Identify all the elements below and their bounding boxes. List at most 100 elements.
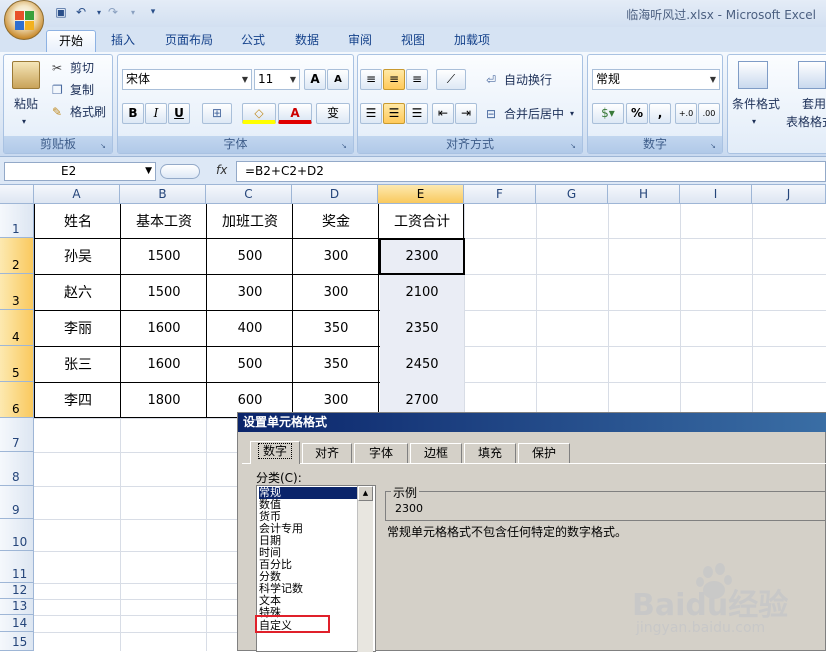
row-header-selected[interactable]: 4	[0, 310, 34, 346]
column-header[interactable]: D	[292, 185, 378, 204]
decrease-decimal-button[interactable]: .00	[698, 103, 720, 124]
format-painter-icon[interactable]: ✎	[52, 103, 62, 121]
fill-color-button[interactable]: ◇	[242, 103, 276, 124]
increase-decimal-button[interactable]: +.0	[675, 103, 697, 124]
dialog-tab-font[interactable]: 字体	[354, 443, 408, 463]
dialog-tab-fill[interactable]: 填充	[464, 443, 516, 463]
scroll-up-icon[interactable]: ▲	[358, 486, 373, 501]
borders-button[interactable]: ⊞	[202, 103, 232, 124]
increase-indent-button[interactable]: ⇥	[455, 103, 477, 124]
name-box[interactable]: E2 ▼	[4, 162, 156, 181]
clipboard-launcher-icon[interactable]: ↘	[100, 141, 110, 151]
dialog-tab-alignment[interactable]: 对齐	[302, 443, 352, 463]
row-header-selected[interactable]: 5	[0, 346, 34, 382]
dialog-tab-number[interactable]: 数字	[250, 441, 300, 464]
copy-button[interactable]: 复制	[70, 81, 94, 99]
table-header-cell[interactable]: 基本工资	[121, 204, 207, 238]
merge-center-button[interactable]: 合并后居中	[504, 105, 564, 123]
alignment-launcher-icon[interactable]: ↘	[570, 141, 580, 151]
table-cell[interactable]: 500	[207, 238, 293, 274]
dialog-tab-protection[interactable]: 保护	[518, 443, 570, 463]
table-cell[interactable]: 2450	[379, 346, 465, 382]
paste-icon[interactable]	[12, 61, 40, 89]
table-cell[interactable]: 2100	[379, 274, 465, 310]
format-as-table-label-1[interactable]: 套用	[802, 95, 826, 113]
bold-button[interactable]: B	[122, 103, 144, 124]
office-button[interactable]	[4, 0, 44, 40]
underline-button[interactable]: U	[168, 103, 190, 124]
cut-icon[interactable]: ✂	[52, 59, 62, 77]
table-cell[interactable]: 300	[293, 274, 379, 310]
row-header[interactable]: 7	[0, 418, 34, 452]
currency-button[interactable]: $▾	[592, 103, 624, 124]
table-cell[interactable]: 1500	[121, 238, 207, 274]
align-left-button[interactable]: ☰	[360, 103, 382, 124]
table-cell[interactable]: 350	[293, 310, 379, 346]
table-cell[interactable]: 2350	[379, 310, 465, 346]
table-cell[interactable]: 300	[293, 238, 379, 274]
table-header-cell[interactable]: 奖金	[293, 204, 379, 238]
conditional-format-button[interactable]: 条件格式	[732, 95, 780, 113]
align-top-button[interactable]: ≡	[360, 69, 382, 90]
column-header[interactable]: H	[608, 185, 680, 204]
table-header-cell[interactable]: 姓名	[35, 204, 121, 238]
table-cell[interactable]: 1800	[121, 382, 207, 418]
number-launcher-icon[interactable]: ↘	[710, 141, 720, 151]
table-cell[interactable]: 300	[207, 274, 293, 310]
table-cell[interactable]: 2300	[379, 238, 465, 274]
font-launcher-icon[interactable]: ↘	[341, 141, 351, 151]
row-header[interactable]: 15	[0, 632, 34, 651]
merge-dropdown-icon[interactable]: ▾	[570, 105, 574, 123]
table-header-cell[interactable]: 加班工资	[207, 204, 293, 238]
column-header[interactable]: I	[680, 185, 752, 204]
table-header-cell[interactable]: 工资合计	[379, 204, 465, 238]
row-header[interactable]: 13	[0, 599, 34, 615]
table-cell[interactable]: 孙吴	[35, 238, 121, 274]
redo-icon[interactable]: ↷	[104, 4, 122, 21]
table-cell[interactable]: 350	[293, 346, 379, 382]
row-header-selected[interactable]: 3	[0, 274, 34, 310]
paste-button[interactable]: 粘贴	[14, 95, 38, 113]
row-header[interactable]: 10	[0, 519, 34, 551]
row-header-selected[interactable]: 6	[0, 382, 34, 418]
tab-formulas[interactable]: 公式	[233, 30, 273, 52]
tab-addins[interactable]: 加载项	[446, 30, 498, 52]
column-header[interactable]: F	[464, 185, 536, 204]
align-middle-button[interactable]: ≡	[383, 69, 405, 90]
tab-data[interactable]: 数据	[287, 30, 327, 52]
percent-button[interactable]: %	[626, 103, 648, 124]
table-cell[interactable]: 400	[207, 310, 293, 346]
category-scrollbar[interactable]: ▲	[357, 486, 373, 652]
row-header[interactable]: 12	[0, 583, 34, 599]
align-center-button[interactable]: ☰	[383, 103, 405, 124]
save-icon[interactable]: ▣	[52, 4, 70, 21]
grow-font-button[interactable]: A	[304, 69, 326, 90]
tab-page-layout[interactable]: 页面布局	[157, 30, 221, 52]
table-cell[interactable]: 张三	[35, 346, 121, 382]
row-header[interactable]: 1	[0, 204, 34, 238]
format-painter-button[interactable]: 格式刷	[70, 103, 106, 121]
shrink-font-button[interactable]: A	[327, 69, 349, 90]
column-header[interactable]: B	[120, 185, 206, 204]
decrease-indent-button[interactable]: ⇤	[432, 103, 454, 124]
column-header[interactable]: C	[206, 185, 292, 204]
row-header-selected[interactable]: 2	[0, 238, 34, 274]
column-header[interactable]: J	[752, 185, 826, 204]
table-cell[interactable]: 赵六	[35, 274, 121, 310]
column-header[interactable]: A	[34, 185, 120, 204]
copy-icon[interactable]: ❐	[52, 81, 63, 99]
column-header-selected[interactable]: E	[378, 185, 464, 204]
tab-review[interactable]: 审阅	[340, 30, 380, 52]
tab-home[interactable]: 开始	[46, 30, 96, 52]
phonetic-button[interactable]: 变	[316, 103, 350, 124]
font-size-combo[interactable]: 11 ▼	[254, 69, 300, 90]
tab-view[interactable]: 视图	[393, 30, 433, 52]
table-cell[interactable]: 1600	[121, 346, 207, 382]
table-cell[interactable]: 1600	[121, 310, 207, 346]
row-header[interactable]: 9	[0, 486, 34, 519]
row-header[interactable]: 8	[0, 452, 34, 486]
orientation-button[interactable]: ⟋	[436, 69, 466, 90]
formula-bar-slider[interactable]	[160, 164, 200, 179]
align-bottom-button[interactable]: ≡	[406, 69, 428, 90]
tab-insert[interactable]: 插入	[103, 30, 143, 52]
